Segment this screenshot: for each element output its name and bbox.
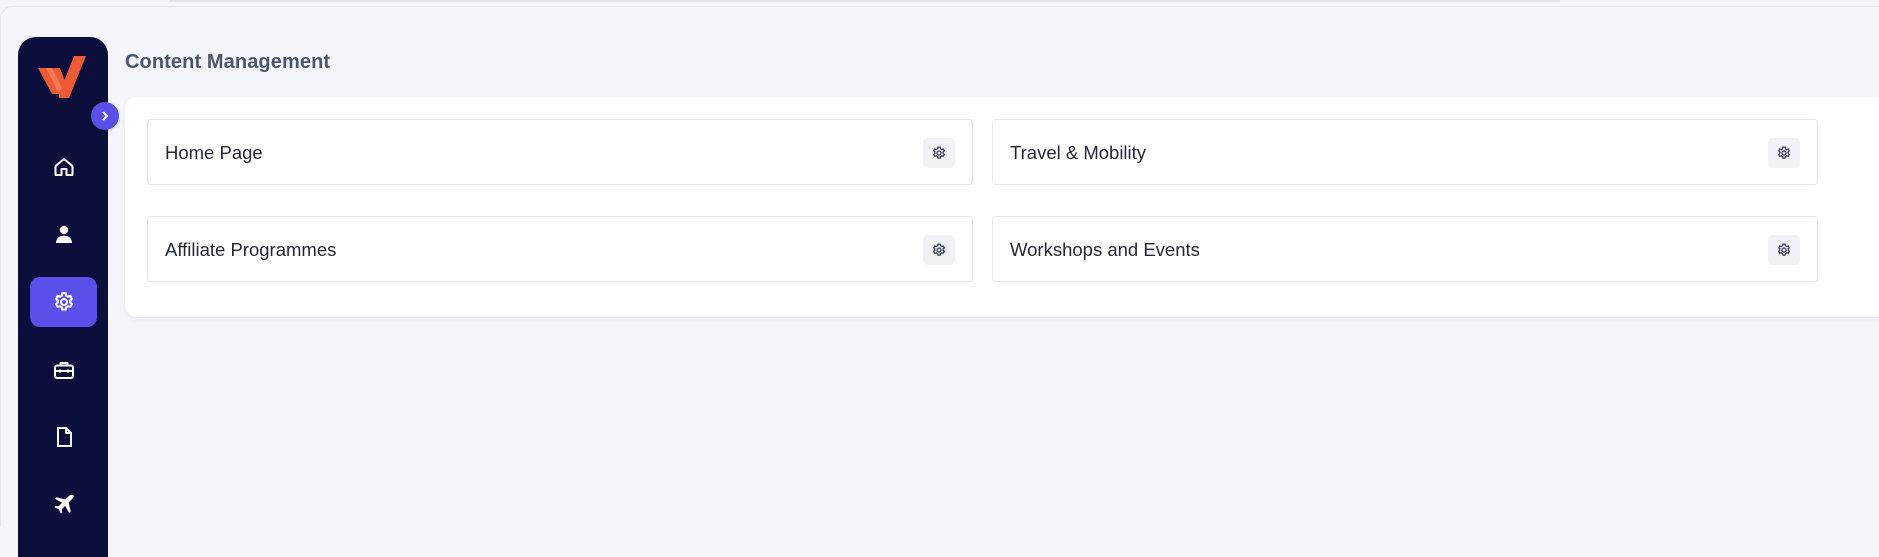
document-icon (56, 427, 72, 447)
sidebar-item-travel[interactable] (30, 479, 97, 529)
section-label: Travel & Mobility (1010, 142, 1147, 163)
section-card-home-page[interactable]: Home Page (147, 119, 973, 185)
brand-v-logo-icon (38, 56, 86, 98)
gear-icon (1777, 243, 1791, 256)
section-label: Affiliate Programmes (165, 239, 337, 260)
user-icon (55, 225, 72, 243)
gear-icon (932, 146, 946, 159)
sidebar-item-users[interactable] (30, 209, 97, 259)
section-card-travel-mobility[interactable]: Travel & Mobility (992, 119, 1818, 185)
sidebar-collapse-toggle[interactable] (91, 102, 119, 130)
sidebar-item-settings[interactable] (30, 277, 97, 327)
section-settings-button[interactable] (923, 138, 955, 168)
section-settings-button[interactable] (1768, 235, 1800, 265)
gear-icon (932, 243, 946, 256)
sidebar-item-jobs[interactable] (30, 345, 97, 395)
page-title: Content Management (125, 51, 331, 73)
airplane-icon (53, 494, 74, 514)
chevron-right-icon (102, 111, 108, 121)
section-settings-button[interactable] (923, 235, 955, 265)
sidebar-item-home[interactable] (30, 142, 97, 192)
section-card-workshops-events[interactable]: Workshops and Events (992, 216, 1818, 282)
briefcase-icon (53, 362, 74, 379)
gear-icon (1777, 146, 1791, 159)
sidebar-item-documents[interactable] (30, 412, 97, 462)
brand-logo[interactable] (38, 56, 86, 98)
section-card-affiliate-programmes[interactable]: Affiliate Programmes (147, 216, 973, 282)
app-frame: Content Management Home Page Travel & Mo… (0, 6, 1879, 557)
top-divider (170, 0, 1560, 2)
section-settings-button[interactable] (1768, 138, 1800, 168)
section-label: Workshops and Events (1010, 239, 1200, 260)
home-icon (54, 158, 73, 176)
sections-panel: Home Page Travel & Mobility Affiliate Pr… (125, 97, 1879, 317)
section-label: Home Page (165, 142, 263, 163)
gear-icon (54, 292, 73, 311)
